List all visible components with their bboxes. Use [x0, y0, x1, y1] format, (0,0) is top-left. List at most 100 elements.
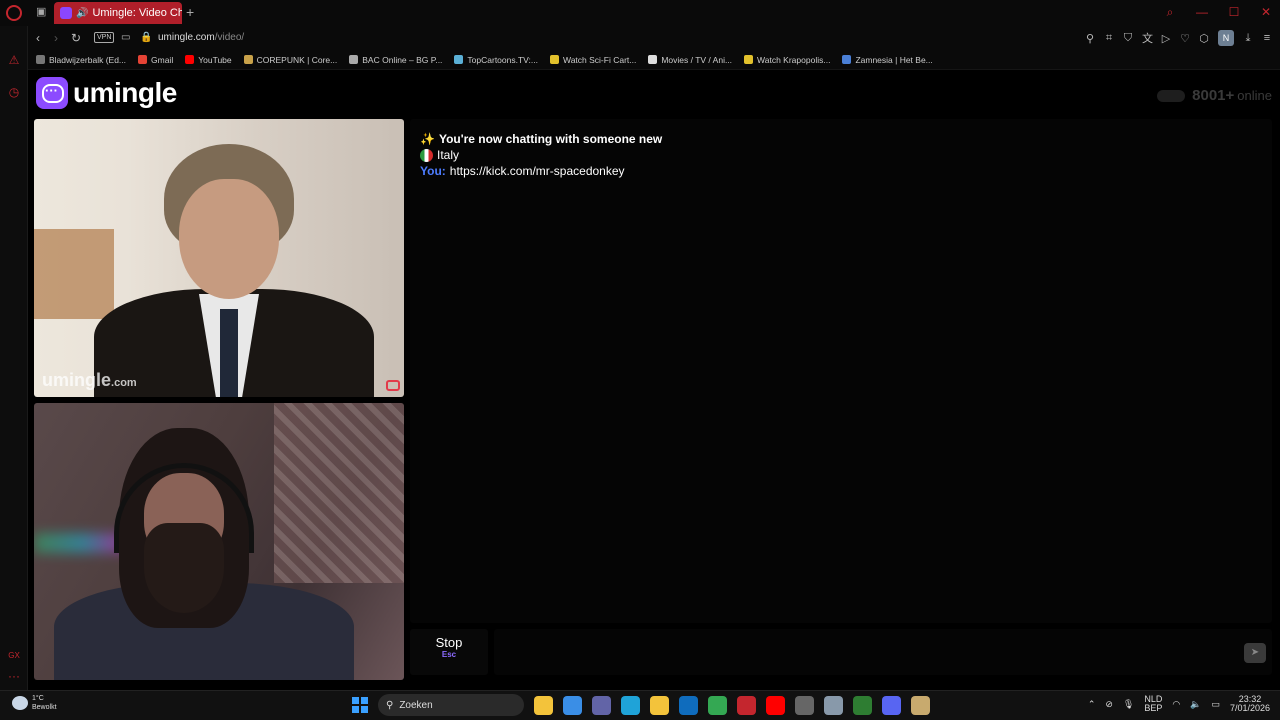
battery-icon[interactable]: ▭	[1211, 699, 1220, 710]
bookmark-favicon-icon	[648, 55, 658, 64]
tab-manager-icon[interactable]: ▣	[36, 6, 50, 18]
cloud-icon	[12, 696, 28, 710]
translate-icon[interactable]: 文	[1142, 30, 1153, 46]
bookmark-item[interactable]: BAC Online – BG P...	[349, 55, 442, 65]
shield-icon[interactable]: ⛉	[1123, 32, 1133, 45]
windows-start-icon[interactable]	[352, 697, 368, 713]
extensions-icon[interactable]: ⬡	[1199, 32, 1209, 45]
edge-icon[interactable]	[621, 695, 640, 715]
clock[interactable]: 23:32 7/01/2026	[1230, 695, 1270, 713]
self-video	[34, 403, 404, 680]
windows-taskbar: 1°C Bewolkt ⚲ Zoeken ⌃ ⊘ 🎙 NLD BEP ◠ 🔈 ▭ 2…	[0, 690, 1280, 720]
youtube-icon[interactable]	[766, 695, 785, 715]
camera-off-icon[interactable]: ⊘	[1105, 699, 1113, 710]
system-message: ✨ You're now chatting with someone new	[420, 132, 663, 146]
discord-icon[interactable]	[882, 695, 901, 715]
opera-menu-icon[interactable]	[6, 5, 22, 21]
stop-button[interactable]: Stop Esc	[410, 629, 488, 675]
league-icon[interactable]	[911, 695, 930, 715]
speaker-icon[interactable]: 🔊	[76, 8, 88, 19]
maximize-icon[interactable]: ☐	[1228, 5, 1240, 19]
bookmark-item[interactable]: Movies / TV / Ani...	[648, 55, 732, 65]
message-input[interactable]	[494, 629, 1272, 675]
crop-icon[interactable]: ⌗	[1104, 32, 1114, 45]
bookmark-item[interactable]: Watch Sci-Fi Cart...	[549, 55, 636, 65]
file-explorer-icon[interactable]	[534, 695, 553, 715]
opera-sidebar: ⚠ ◷ GX ···	[0, 0, 28, 690]
play-icon[interactable]: ▷	[1161, 32, 1171, 45]
heart-icon[interactable]: ♡	[1180, 32, 1190, 45]
volume-icon[interactable]: 🔈	[1190, 699, 1201, 710]
bookmark-item[interactable]: Watch Krapopolis...	[744, 55, 830, 65]
opera-icon[interactable]	[737, 695, 756, 715]
system-tray: ⌃ ⊘ 🎙 NLD BEP ◠ 🔈 ▭ 23:32 7/01/2026	[1088, 695, 1270, 713]
folder-icon[interactable]	[650, 695, 669, 715]
close-icon[interactable]: ✕	[1260, 5, 1272, 19]
calculator-icon[interactable]	[795, 695, 814, 715]
online-label: online	[1237, 88, 1272, 103]
outlook-icon[interactable]	[679, 695, 698, 715]
bookmark-item[interactable]: YouTube	[185, 55, 232, 65]
bookmark-favicon-icon	[549, 55, 559, 64]
new-tab-button[interactable]: +	[186, 4, 194, 20]
bookmark-item[interactable]: TopCartoons.TV:...	[454, 55, 538, 65]
back-icon[interactable]: ‹	[36, 31, 40, 45]
chat-bubble-icon	[36, 77, 68, 109]
stranger-video: umingle.com	[34, 119, 404, 397]
pin-icon[interactable]: ⚲	[1085, 32, 1095, 45]
pinboard-icon[interactable]: ⚠	[6, 52, 22, 68]
chevron-up-icon[interactable]: ⌃	[1088, 699, 1096, 710]
bookmark-item[interactable]: Bladwijzerbalk (Ed...	[36, 55, 126, 65]
bookmark-item[interactable]: COREPUNK | Core...	[243, 55, 337, 65]
history-icon[interactable]: ◷	[6, 84, 22, 100]
forward-icon[interactable]: ›	[54, 31, 58, 45]
search-tabs-icon[interactable]: ⌕	[1164, 5, 1176, 19]
umingle-favicon-icon	[60, 7, 72, 19]
reload-icon[interactable]: ↻	[71, 31, 81, 45]
snapshot-icon[interactable]: ▭	[121, 31, 130, 45]
site-logo[interactable]: umingle	[36, 77, 177, 109]
chat-footer: Stop Esc ➤	[410, 629, 1272, 681]
report-icon[interactable]	[386, 380, 400, 391]
more-icon[interactable]: ···	[6, 668, 22, 684]
profile-avatar[interactable]: N	[1218, 30, 1234, 46]
online-count: 8001+	[1192, 87, 1235, 104]
message-text[interactable]: https://kick.com/mr-spacedonkey	[450, 163, 625, 179]
bookmark-favicon-icon	[349, 55, 359, 64]
microphone-icon[interactable]: 🎙	[1123, 699, 1134, 710]
weather-widget[interactable]: 1°C Bewolkt	[12, 694, 57, 712]
sparkle-icon: ✨	[420, 132, 435, 146]
taskbar-apps: ⚲ Zoeken	[352, 694, 930, 716]
menu-icon[interactable]: ≡	[1262, 32, 1272, 44]
bookmark-favicon-icon	[36, 55, 45, 64]
you-label: You:	[420, 164, 446, 178]
bookmark-favicon-icon	[243, 55, 253, 64]
online-counter: 8001+ online	[1157, 87, 1272, 104]
send-icon[interactable]: ➤	[1244, 643, 1266, 663]
teams-icon[interactable]	[592, 695, 611, 715]
tab-umingle[interactable]: 🔊 Umingle: Video Chat w	[54, 2, 182, 24]
bookmark-item[interactable]: Gmail	[138, 55, 173, 65]
download-icon[interactable]: ⤓	[1243, 32, 1253, 45]
minimize-icon[interactable]: —	[1196, 5, 1208, 19]
online-toggle	[1157, 89, 1186, 102]
vpn-badge[interactable]: VPN	[94, 32, 115, 43]
stranger-person	[94, 139, 374, 397]
italy-flag-icon	[420, 148, 433, 162]
url-field[interactable]: umingle.com/video/	[158, 32, 244, 43]
steam-icon[interactable]	[824, 695, 843, 715]
bookmark-favicon-icon	[185, 55, 195, 64]
bookmark-item[interactable]: Zamnesia | Het Be...	[842, 55, 933, 65]
bookmarks-bar: Bladwijzerbalk (Ed... Gmail YouTube COREPUN…	[28, 50, 1280, 70]
store-icon[interactable]	[563, 695, 582, 715]
chat-message: You: https://kick.com/mr-spacedonkey	[420, 163, 1262, 179]
language-indicator[interactable]: NLD BEP	[1144, 695, 1162, 713]
umingle-watermark: umingle.com	[42, 370, 137, 390]
lock-icon[interactable]: 🔒	[140, 31, 152, 45]
window-controls: ⌕ — ☐ ✕	[1164, 5, 1272, 19]
gx-icon[interactable]: GX	[6, 648, 22, 664]
taskbar-search[interactable]: ⚲ Zoeken	[378, 694, 524, 716]
wifi-icon[interactable]: ◠	[1172, 699, 1180, 710]
green-app-icon[interactable]	[853, 695, 872, 715]
chrome-icon[interactable]	[708, 695, 727, 715]
